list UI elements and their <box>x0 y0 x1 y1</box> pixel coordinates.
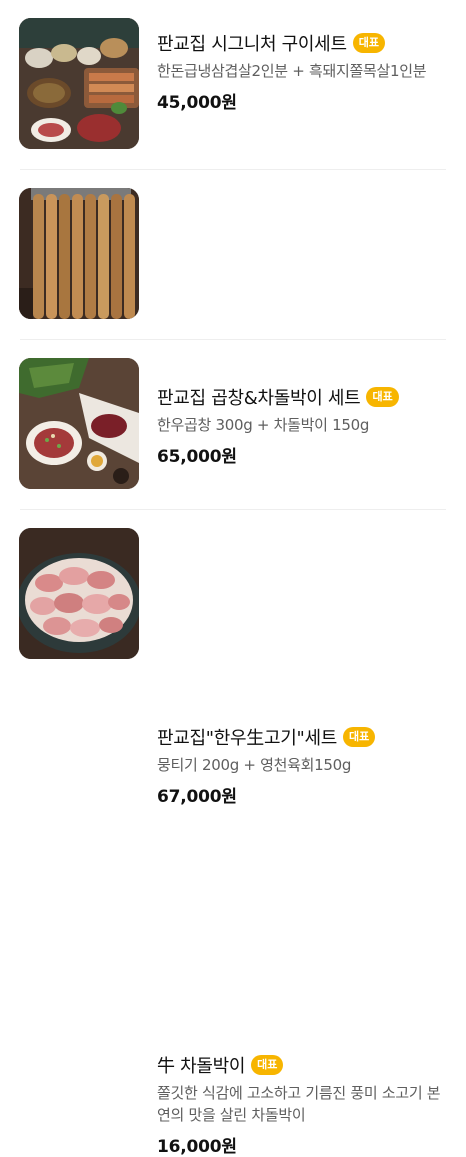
menu-item-photo <box>19 188 139 319</box>
menu-item-description: 한돈급냉삼겹살2인분 + 흑돼지쫄목살1인분 <box>157 62 427 80</box>
menu-item-description: 뭉티기 200g + 영천육회150g <box>157 756 352 774</box>
menu-item-photo <box>19 528 139 659</box>
menu-item-hanwoo-raw-beef-set[interactable]: 판교집"한우生고기"세트 대표 뭉티기 200g + 영천육회150g 67,0… <box>0 340 466 807</box>
menu-item-description: 쫄깃한 식감에 고소하고 기름진 풍미 소고기 본연의 맛을 살린 차돌박이 <box>157 1084 441 1124</box>
menu-item-gopchang-chadol-set[interactable]: 판교집 곱창&차돌박이 세트 대표 한우곱창 300g + 차돌박이 150g … <box>0 170 466 467</box>
menu-item-info: 판교집"한우生고기"세트 대표 뭉티기 200g + 영천육회150g 67,0… <box>157 724 446 807</box>
menu-item-name-row: 牛 차돌박이 대표 <box>157 1052 446 1078</box>
menu-item-name-row: 판교집"한우生고기"세트 대표 <box>157 724 446 750</box>
menu-item-signature-grill-set[interactable]: 판교집 시그니처 구이세트 대표 한돈급냉삼겹살2인분 + 흑돼지쫄목살1인분 … <box>0 0 466 170</box>
brisket-image <box>19 528 139 659</box>
menu-item-photo <box>19 18 139 149</box>
menu-item-info: 판교집 시그니처 구이세트 대표 한돈급냉삼겹살2인분 + 흑돼지쫄목살1인분 … <box>157 30 446 113</box>
menu-item-photo <box>19 358 139 489</box>
grill-set-image <box>19 18 139 149</box>
menu-item-info: 牛 차돌박이 대표 쫄깃한 식감에 고소하고 기름진 풍미 소고기 본연의 맛을… <box>157 1052 446 1157</box>
menu-item-name: 판교집"한우生고기"세트 <box>157 728 337 749</box>
gopchang-image <box>19 188 139 319</box>
raw-beef-image <box>19 358 139 489</box>
signature-badge: 대표 <box>352 33 385 53</box>
menu-item-name: 牛 차돌박이 <box>157 1056 246 1077</box>
menu-list: 판교집 시그니처 구이세트 대표 한돈급냉삼겹살2인분 + 흑돼지쫄목살1인분 … <box>0 0 466 1157</box>
signature-badge: 대표 <box>251 1055 284 1075</box>
menu-item-price: 67,000원 <box>157 787 237 807</box>
signature-badge: 대표 <box>343 727 376 747</box>
menu-item-price: 16,000원 <box>157 1137 237 1157</box>
menu-item-price: 45,000원 <box>157 93 237 113</box>
menu-item-beef-brisket[interactable]: 牛 차돌박이 대표 쫄깃한 식감에 고소하고 기름진 풍미 소고기 본연의 맛을… <box>0 510 466 1157</box>
menu-item-name-row: 판교집 시그니처 구이세트 대표 <box>157 30 446 56</box>
menu-item-name: 판교집 시그니처 구이세트 <box>157 34 347 55</box>
